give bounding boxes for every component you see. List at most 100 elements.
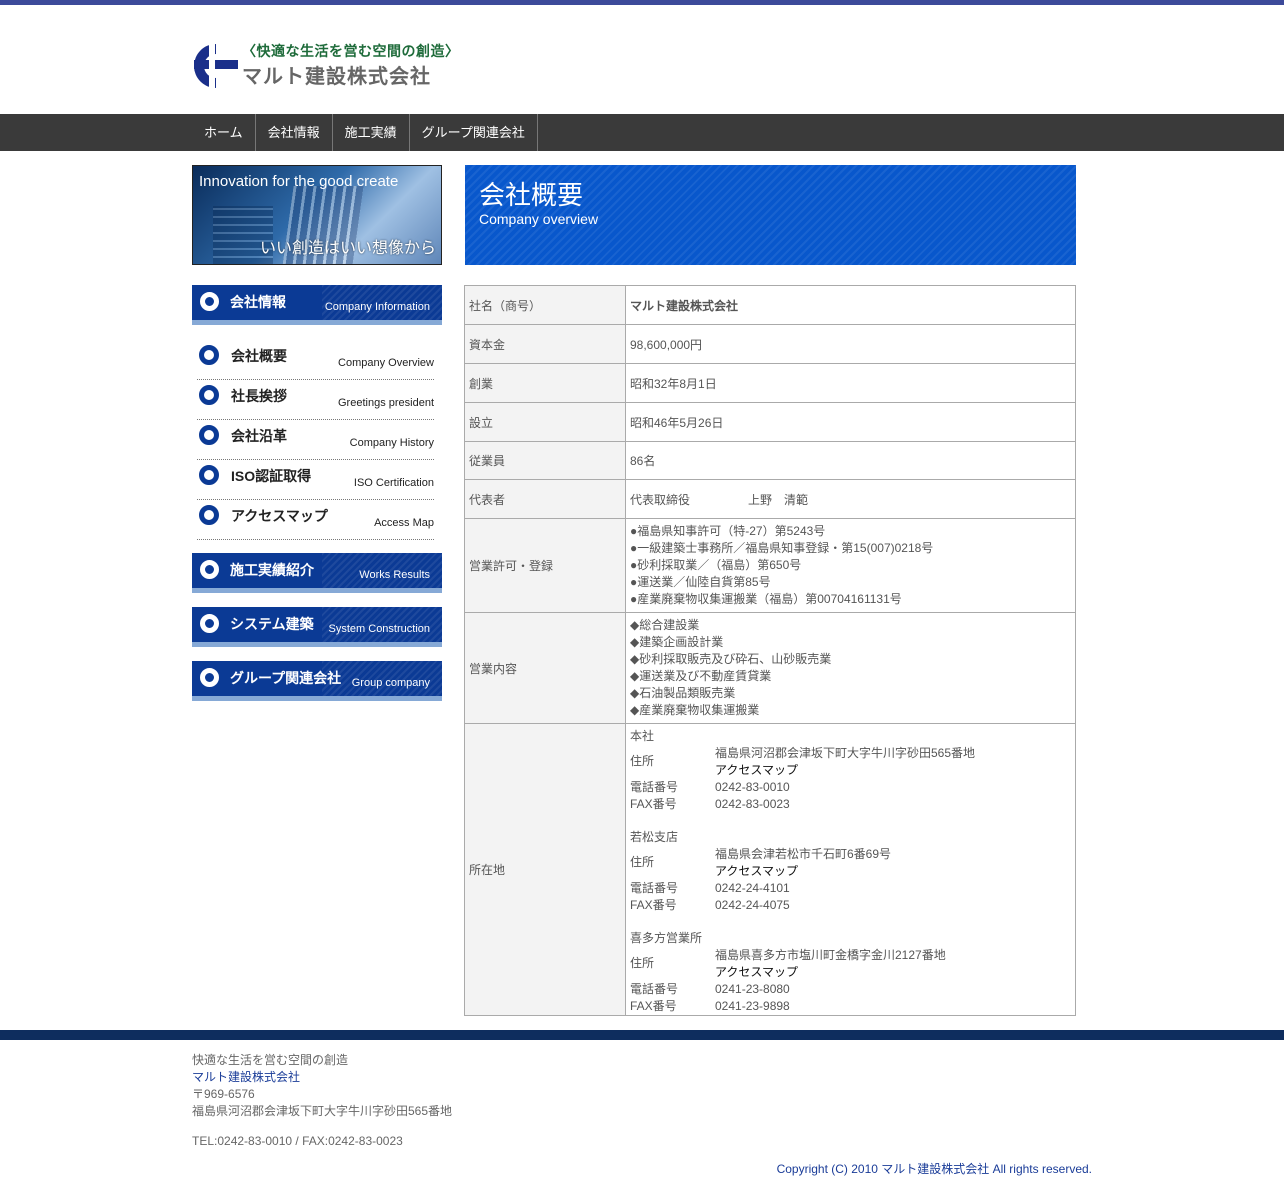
sidebar-item-label: ISO認証取得 (231, 468, 312, 484)
address-label: 住所 (630, 754, 655, 768)
business-line: ◆総合建設業 (630, 618, 700, 632)
circle-bullet-icon (199, 425, 219, 445)
sidebar-block-sublabel: Group company (351, 677, 430, 689)
row-value: ●福島県知事許可（特-27）第5243号 ●一級建築士事務所／福島県知事登録・第… (625, 518, 1076, 613)
license-line: ●福島県知事許可（特-27）第5243号 (630, 524, 826, 538)
row-label: 資本金 (464, 324, 626, 364)
access-map-link[interactable]: アクセスマップ (715, 863, 891, 880)
office-address: 福島県喜多方市塩川町金橋字金川2127番地 (715, 947, 946, 962)
office-tel: 0241-23-8080 (715, 981, 790, 996)
nav-works[interactable]: 施工実績 (333, 114, 410, 151)
address-label: 住所 (630, 956, 655, 970)
banner-slogan-jp: いい創造はいい想像から (259, 240, 436, 257)
office-fax: 0242-24-4075 (715, 897, 790, 912)
row-value: 本社 住所 福島県河沼郡会津坂下町大字牛川字砂田565番地 アクセスマップ 電話… (625, 723, 1076, 1016)
footer-postal: 〒969-6576 (192, 1087, 255, 1101)
nav-company-info[interactable]: 会社情報 (256, 114, 333, 151)
business-line: ◆運送業及び不動産賃貸業 (630, 669, 772, 683)
nav-home[interactable]: ホーム (192, 114, 256, 151)
sidebar-item-label: 会社概要 (231, 348, 287, 364)
sidebar-block-label: グループ関連会社 (230, 670, 342, 686)
row-value: マルト建設株式会社 (625, 285, 1076, 325)
sidebar-item-iso[interactable]: ISO認証取得 ISO Certification (197, 460, 434, 500)
tel-label: 電話番号 (630, 779, 679, 794)
row-label: 従業員 (464, 441, 626, 480)
sidebar-item-company-overview[interactable]: 会社概要 Company Overview (197, 340, 434, 380)
sidebar-block-label: 会社情報 (230, 294, 286, 310)
banner-slogan-en: Innovation for the good create (199, 173, 399, 190)
row-label: 設立 (464, 402, 626, 442)
sidebar-item-history[interactable]: 会社沿革 Company History (197, 420, 434, 460)
sidebar-item-sublabel: Access Map (374, 517, 434, 529)
logo-company-name: マルト建設株式会社 (242, 66, 431, 88)
nav-group-companies[interactable]: グループ関連会社 (410, 114, 538, 151)
circle-bullet-icon (199, 505, 219, 525)
page-subtitle: Company overview (479, 211, 599, 227)
business-line: ◆建築企画設計業 (630, 635, 724, 649)
sidebar-works-results[interactable]: 施工実績紹介 Works Results (192, 553, 442, 593)
table-row: 代表者 代表取締役 上野 清範 (464, 479, 1076, 519)
row-label: 代表者 (464, 479, 626, 519)
table-row: 営業内容 ◆総合建設業 ◆建築企画設計業 ◆砂利採取販売及び砕石、山砂販売業 ◆… (464, 612, 1076, 724)
business-line: ◆砂利採取販売及び砕石、山砂販売業 (630, 652, 832, 666)
office-address: 福島県会津若松市千石町6番69号 (715, 846, 892, 861)
table-row: 創業 昭和32年8月1日 (464, 363, 1076, 403)
table-row: 資本金 98,600,000円 (464, 324, 1076, 364)
representative-name: 上野 清範 (748, 492, 809, 507)
office-name: 喜多方営業所 (630, 930, 703, 945)
sidebar-system-construction[interactable]: システム建築 System Construction (192, 607, 442, 647)
table-row: 営業許可・登録 ●福島県知事許可（特-27）第5243号 ●一級建築士事務所／福… (464, 518, 1076, 613)
sidebar-company-info[interactable]: 会社情報 Company Information (192, 285, 442, 325)
circle-bullet-icon (200, 614, 219, 633)
access-map-link[interactable]: アクセスマップ (715, 762, 975, 779)
access-map-link[interactable]: アクセスマップ (715, 964, 946, 981)
sidebar-group-company[interactable]: グループ関連会社 Group company (192, 661, 442, 701)
copyright: Copyright (C) 2010 マルト建設株式会社 All rights … (776, 1162, 1092, 1176)
logo-mark-icon (194, 44, 238, 88)
sidebar-item-sublabel: Company History (349, 437, 434, 449)
footer-company-link[interactable]: マルト建設株式会社 (192, 1069, 452, 1086)
sidebar-item-label: アクセスマップ (231, 508, 328, 524)
representative-title: 代表取締役 (630, 492, 691, 507)
row-label: 社名（商号） (464, 285, 626, 325)
footer-address: 福島県河沼郡会津坂下町大字牛川字砂田565番地 (192, 1104, 453, 1118)
row-value: 98,600,000円 (625, 324, 1076, 364)
row-label: 所在地 (464, 723, 626, 1016)
row-label: 営業許可・登録 (464, 518, 626, 613)
office-fax: 0241-23-9898 (715, 998, 790, 1013)
table-row: 所在地 本社 住所 福島県河沼郡会津坂下町大字牛川字砂田565番地 アクセスマッ… (464, 723, 1076, 1016)
sidebar-item-access-map[interactable]: アクセスマップ Access Map (197, 500, 434, 540)
circle-bullet-icon (199, 465, 219, 485)
slogan-banner: Innovation for the good create いい創造はいい想像… (192, 165, 442, 265)
table-row: 社名（商号） マルト建設株式会社 (464, 285, 1076, 325)
license-line: ●運送業／仙陸自貨第85号 (630, 575, 771, 589)
footer-tel-fax: TEL:0242-83-0010 / FAX:0242-83-0023 (192, 1134, 403, 1148)
circle-bullet-icon (199, 385, 219, 405)
office-tel: 0242-24-4101 (715, 880, 790, 895)
fax-label: FAX番号 (630, 796, 677, 811)
sidebar-block-sublabel: Company Information (324, 301, 430, 313)
table-row: 従業員 86名 (464, 441, 1076, 480)
sidebar-item-label: 会社沿革 (231, 428, 287, 444)
sidebar-block-sublabel: Works Results (359, 569, 430, 581)
sidebar-block-sublabel: System Construction (328, 623, 430, 635)
footer-tagline: 快適な生活を営む空間の創造 (192, 1053, 349, 1067)
office-block: 若松支店 住所 福島県会津若松市千石町6番69号 アクセスマップ 電話番号 02… (630, 826, 1071, 914)
sidebar-item-greetings[interactable]: 社長挨拶 Greetings president (197, 380, 434, 420)
tel-label: 電話番号 (630, 981, 679, 996)
sidebar-item-sublabel: ISO Certification (353, 477, 434, 489)
table-row: 設立 昭和46年5月26日 (464, 402, 1076, 442)
fax-label: FAX番号 (630, 998, 677, 1013)
office-address: 福島県河沼郡会津坂下町大字牛川字砂田565番地 (715, 745, 976, 760)
main-nav: ホーム 会社情報 施工実績 グループ関連会社 (0, 114, 1284, 151)
site-logo[interactable]: 〈快適な生活を営む空間の創造〉 マルト建設株式会社 (192, 40, 492, 92)
row-value: 昭和46年5月26日 (625, 402, 1076, 442)
row-value: 昭和32年8月1日 (625, 363, 1076, 403)
tel-label: 電話番号 (630, 880, 679, 895)
logo-tagline: 〈快適な生活を営む空間の創造〉 (242, 44, 460, 60)
sidebar-block-label: システム建築 (230, 616, 314, 632)
office-block: 本社 住所 福島県河沼郡会津坂下町大字牛川字砂田565番地 アクセスマップ 電話… (630, 725, 1071, 813)
business-line: ◆石油製品類販売業 (630, 686, 736, 700)
row-label: 営業内容 (464, 612, 626, 724)
sidebar-item-sublabel: Company Overview (338, 357, 434, 369)
